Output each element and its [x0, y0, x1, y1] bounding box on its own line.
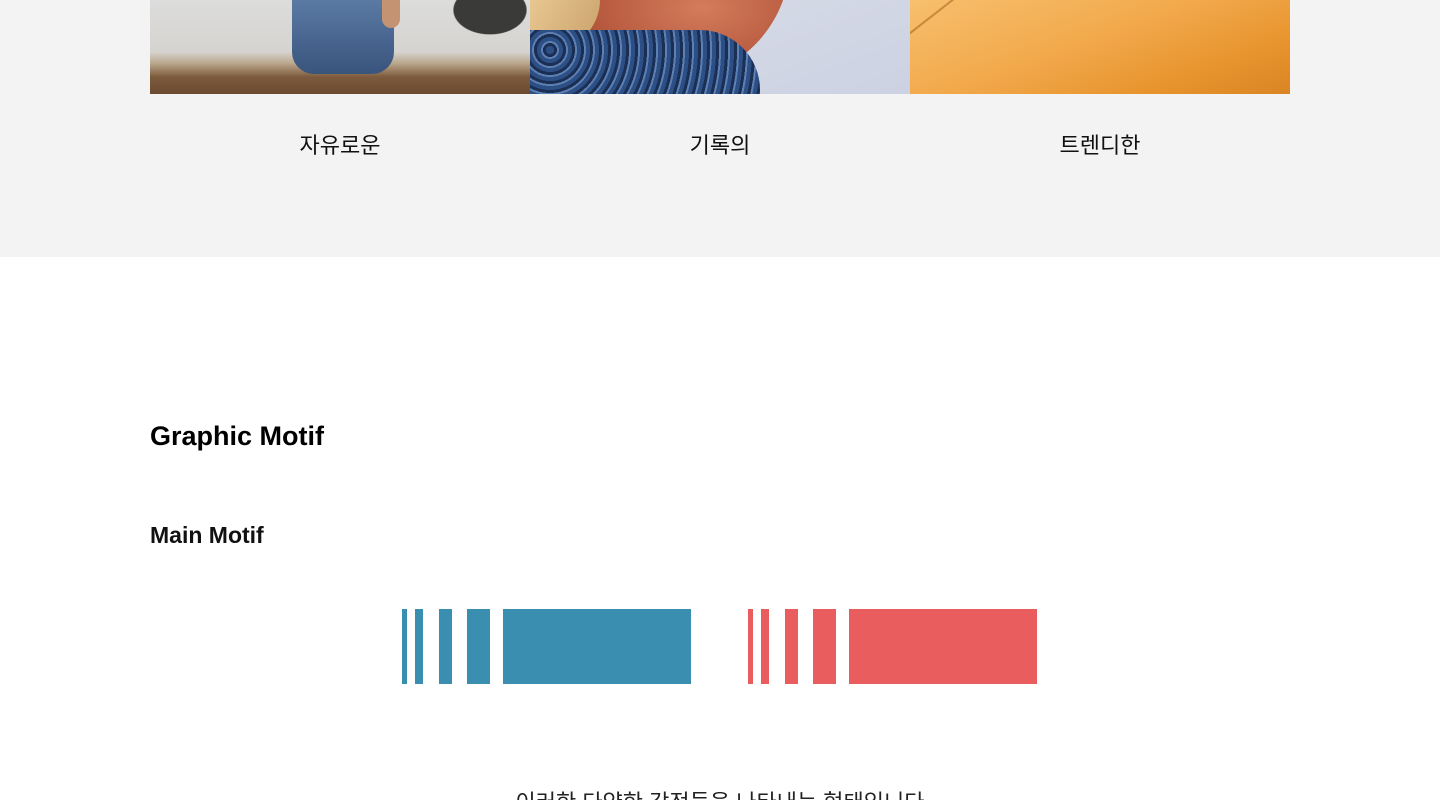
motif-bar: [402, 609, 407, 684]
photo-detail: [382, 0, 400, 28]
motif-bar: [415, 609, 423, 684]
orange-paper-photo: [910, 0, 1290, 94]
main-motif-blue: [402, 609, 691, 684]
woman-sitting-on-rock-photo: [150, 0, 530, 94]
photo-detail: [292, 0, 394, 74]
gallery-caption: 기록의: [689, 133, 751, 158]
motif-bar: [813, 609, 836, 684]
gallery-caption: 자유로운: [299, 133, 381, 158]
motif-bar: [439, 609, 452, 684]
motif-bar: [503, 609, 691, 684]
person-sketching-photo: [530, 0, 910, 94]
motif-bar: [467, 609, 490, 684]
gallery-section: 자유로운 기록의 트렌디한: [0, 0, 1440, 257]
page: 자유로운 기록의 트렌디한 Graphic Motif Main Motif 이…: [0, 0, 1440, 800]
motif-bar: [761, 609, 769, 684]
motif-bar: [785, 609, 798, 684]
gallery-captions: 자유로운 기록의 트렌디한: [150, 128, 1290, 164]
motif-bar: [849, 609, 1037, 684]
photo-detail: [910, 0, 1059, 42]
photo-detail: [530, 30, 760, 94]
image-gallery: [150, 0, 1290, 94]
section-title: Graphic Motif: [150, 421, 324, 451]
motif-bar: [748, 609, 753, 684]
main-motif-red: [748, 609, 1037, 684]
section-subtitle: Main Motif: [150, 522, 264, 548]
motif-description: 이러한 다양한 감정들을 나타내는 형태입니다: [0, 788, 1440, 800]
gallery-caption: 트렌디한: [1059, 133, 1141, 158]
